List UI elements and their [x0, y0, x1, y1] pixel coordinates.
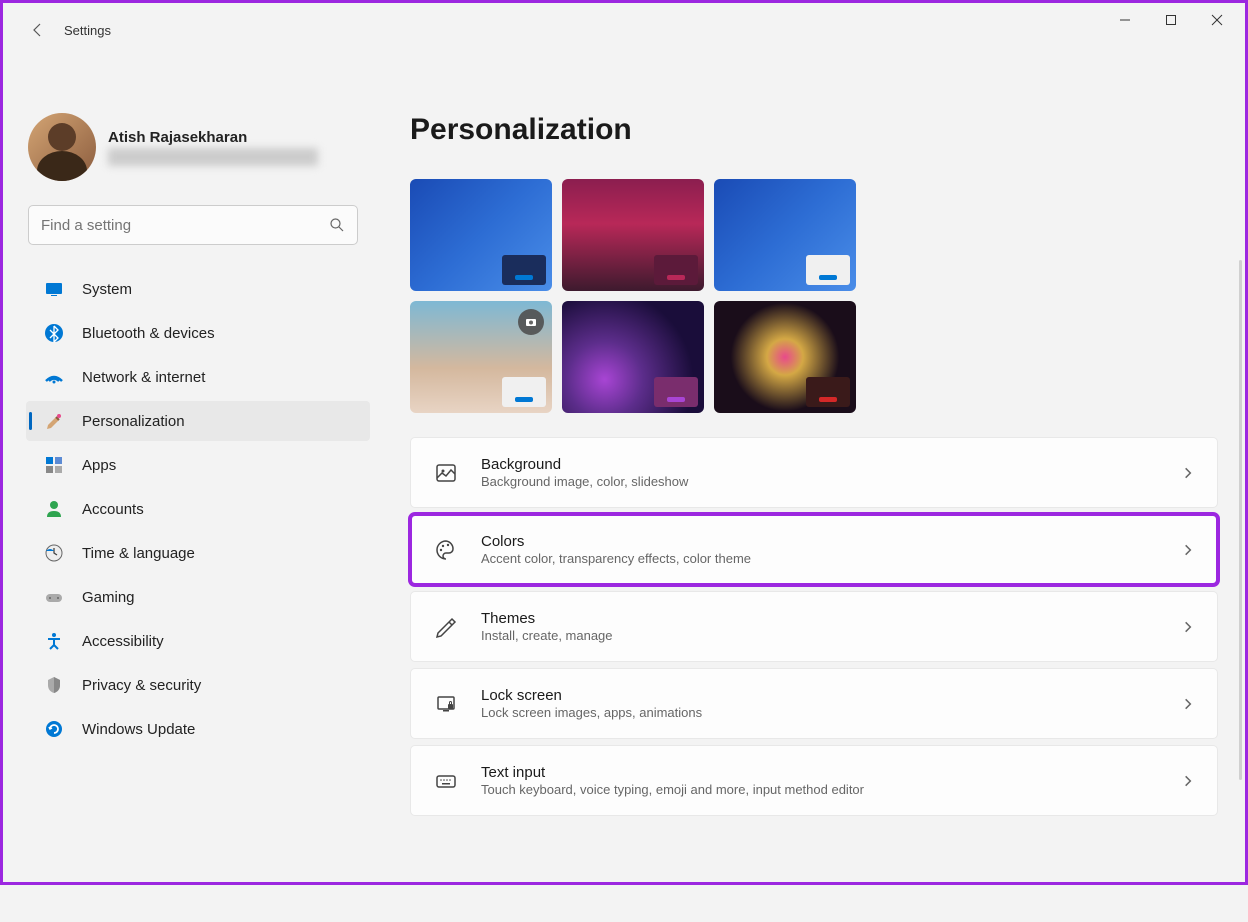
- search-box[interactable]: [28, 205, 358, 245]
- nav-list: System Bluetooth & devices Network & inter…: [0, 269, 378, 749]
- avatar: [28, 113, 96, 181]
- search-icon: [329, 217, 345, 233]
- page-title: Personalization: [410, 113, 1218, 147]
- nav-item-time[interactable]: Time & language: [26, 533, 370, 573]
- lock-icon: [433, 691, 459, 717]
- nav-item-system[interactable]: System: [26, 269, 370, 309]
- nav-item-privacy[interactable]: Privacy & security: [26, 665, 370, 705]
- setting-desc: Accent color, transparency effects, colo…: [481, 551, 1159, 566]
- setting-text: Lock screen Lock screen images, apps, an…: [481, 687, 1159, 720]
- setting-card-textinput[interactable]: Text input Touch keyboard, voice typing,…: [410, 745, 1218, 816]
- theme-tile-0[interactable]: [410, 179, 552, 291]
- back-button[interactable]: [28, 20, 48, 40]
- accessibility-icon: [44, 631, 64, 651]
- nav-item-update[interactable]: Windows Update: [26, 709, 370, 749]
- theme-tile-5[interactable]: [714, 301, 856, 413]
- setting-title: Themes: [481, 610, 1159, 627]
- nav-label: Apps: [82, 457, 116, 474]
- theme-preview-box: [806, 377, 850, 407]
- main-content: Personalization Background Background im…: [378, 43, 1248, 922]
- nav-item-apps[interactable]: Apps: [26, 445, 370, 485]
- setting-title: Lock screen: [481, 687, 1159, 704]
- setting-title: Background: [481, 456, 1159, 473]
- pen-icon: [433, 614, 459, 640]
- user-section[interactable]: Atish Rajasekharan: [0, 113, 378, 205]
- nav-item-personalization[interactable]: Personalization: [26, 401, 370, 441]
- setting-card-themes[interactable]: Themes Install, create, manage: [410, 591, 1218, 662]
- setting-desc: Lock screen images, apps, animations: [481, 705, 1159, 720]
- setting-title: Text input: [481, 764, 1159, 781]
- keyboard-icon: [433, 768, 459, 794]
- theme-preview-box: [502, 255, 546, 285]
- nav-item-network[interactable]: Network & internet: [26, 357, 370, 397]
- network-icon: [44, 367, 64, 387]
- setting-card-colors[interactable]: Colors Accent color, transparency effect…: [410, 514, 1218, 585]
- theme-preview-box: [806, 255, 850, 285]
- nav-label: Windows Update: [82, 721, 195, 738]
- apps-icon: [44, 455, 64, 475]
- minimize-button[interactable]: [1102, 4, 1148, 36]
- theme-grid: [410, 179, 1218, 413]
- nav-label: Personalization: [82, 413, 185, 430]
- nav-label: Bluetooth & devices: [82, 325, 215, 342]
- theme-tile-4[interactable]: [562, 301, 704, 413]
- user-name: Atish Rajasekharan: [108, 129, 318, 146]
- app-title: Settings: [64, 23, 111, 38]
- theme-tile-3[interactable]: [410, 301, 552, 413]
- setting-desc: Background image, color, slideshow: [481, 474, 1159, 489]
- maximize-button[interactable]: [1148, 4, 1194, 36]
- setting-text: Text input Touch keyboard, voice typing,…: [481, 764, 1159, 797]
- setting-card-lockscreen[interactable]: Lock screen Lock screen images, apps, an…: [410, 668, 1218, 739]
- nav-label: Privacy & security: [82, 677, 201, 694]
- setting-text: Themes Install, create, manage: [481, 610, 1159, 643]
- nav-label: Accounts: [82, 501, 144, 518]
- time-icon: [44, 543, 64, 563]
- close-button[interactable]: [1194, 4, 1240, 36]
- image-icon: [433, 460, 459, 486]
- chevron-right-icon: [1181, 774, 1195, 788]
- sidebar: Atish Rajasekharan System Bluetooth & dev…: [0, 43, 378, 922]
- nav-item-gaming[interactable]: Gaming: [26, 577, 370, 617]
- setting-title: Colors: [481, 533, 1159, 550]
- accounts-icon: [44, 499, 64, 519]
- update-icon: [44, 719, 64, 739]
- nav-item-bluetooth[interactable]: Bluetooth & devices: [26, 313, 370, 353]
- nav-label: Gaming: [82, 589, 135, 606]
- theme-tile-2[interactable]: [714, 179, 856, 291]
- camera-icon: [518, 309, 544, 335]
- setting-text: Background Background image, color, slid…: [481, 456, 1159, 489]
- system-icon: [44, 279, 64, 299]
- theme-tile-1[interactable]: [562, 179, 704, 291]
- chevron-right-icon: [1181, 620, 1195, 634]
- nav-item-accessibility[interactable]: Accessibility: [26, 621, 370, 661]
- theme-preview-box: [654, 377, 698, 407]
- nav-item-accounts[interactable]: Accounts: [26, 489, 370, 529]
- setting-text: Colors Accent color, transparency effect…: [481, 533, 1159, 566]
- privacy-icon: [44, 675, 64, 695]
- palette-icon: [433, 537, 459, 563]
- user-email: [108, 148, 318, 166]
- personalization-icon: [44, 411, 64, 431]
- theme-preview-box: [654, 255, 698, 285]
- nav-label: Accessibility: [82, 633, 164, 650]
- setting-desc: Touch keyboard, voice typing, emoji and …: [481, 782, 1159, 797]
- theme-preview-box: [502, 377, 546, 407]
- chevron-right-icon: [1181, 543, 1195, 557]
- nav-label: Time & language: [82, 545, 195, 562]
- setting-desc: Install, create, manage: [481, 628, 1159, 643]
- search-input[interactable]: [41, 217, 329, 234]
- settings-list: Background Background image, color, slid…: [410, 437, 1218, 816]
- nav-label: Network & internet: [82, 369, 205, 386]
- chevron-right-icon: [1181, 697, 1195, 711]
- scrollbar[interactable]: [1239, 260, 1242, 780]
- gaming-icon: [44, 587, 64, 607]
- nav-label: System: [82, 281, 132, 298]
- setting-card-background[interactable]: Background Background image, color, slid…: [410, 437, 1218, 508]
- bluetooth-icon: [44, 323, 64, 343]
- chevron-right-icon: [1181, 466, 1195, 480]
